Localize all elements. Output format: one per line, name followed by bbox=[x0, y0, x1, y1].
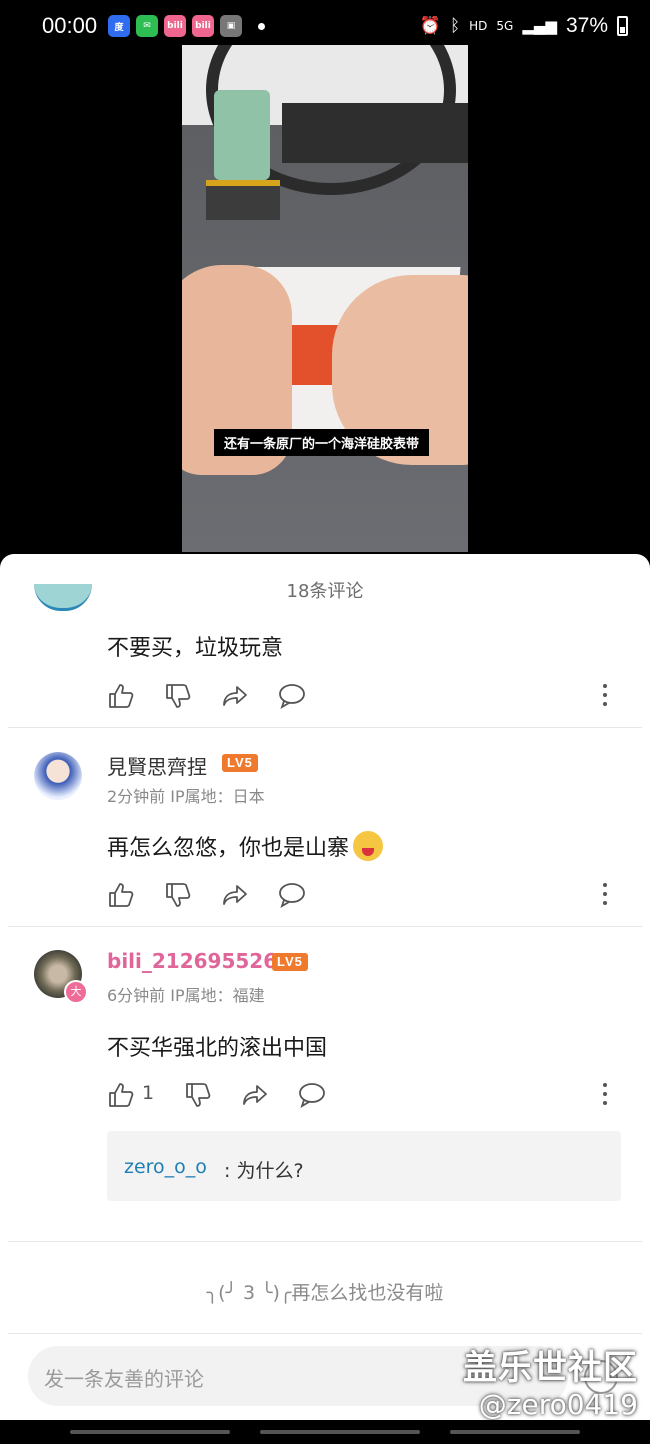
signal-icon: ▂▄▆ bbox=[522, 17, 557, 35]
share-icon[interactable] bbox=[221, 682, 249, 710]
reply-icon[interactable] bbox=[278, 682, 306, 710]
avatar[interactable] bbox=[34, 752, 82, 800]
alarm-icon: ⏰ bbox=[419, 16, 441, 36]
like-icon[interactable] bbox=[107, 881, 135, 909]
dislike-icon[interactable] bbox=[164, 682, 192, 710]
nav-pill[interactable] bbox=[260, 1430, 420, 1434]
share-icon[interactable] bbox=[221, 881, 249, 909]
video-frame-toy bbox=[206, 90, 280, 220]
reply-icon[interactable] bbox=[298, 1081, 326, 1109]
bluetooth-icon: ᛒ bbox=[449, 16, 461, 36]
emoji-icon bbox=[353, 831, 384, 861]
comments-sheet: 18条评论 不要买，垃圾玩意 見賢思齊捏 LV5 2分钟前 IP属地：日本 再怎… bbox=[0, 554, 650, 1420]
more-options-icon[interactable] bbox=[602, 883, 608, 909]
status-indicators: ⏰ ᛒ HD 5G ▂▄▆ 37% bbox=[420, 14, 628, 38]
watermark-title: 盖乐世社区 bbox=[463, 1348, 638, 1388]
comment-text: 不买华强北的滚出中国 bbox=[107, 1036, 328, 1061]
reply-username[interactable]: zero_o_o bbox=[124, 1156, 207, 1178]
gallery-icon: ▣ bbox=[220, 15, 242, 37]
dislike-icon[interactable] bbox=[164, 881, 192, 909]
reply-preview[interactable]: zero_o_o : 为什么? bbox=[107, 1131, 621, 1201]
comment-input-placeholder: 发一条友善的评论 bbox=[44, 1367, 204, 1391]
like-icon[interactable] bbox=[107, 1081, 135, 1109]
nav-pill[interactable] bbox=[450, 1430, 580, 1434]
dislike-icon[interactable] bbox=[184, 1081, 212, 1109]
level-badge: LV5 bbox=[222, 754, 258, 772]
battery-percent: 37% bbox=[565, 14, 608, 37]
more-options-icon[interactable] bbox=[602, 684, 608, 710]
comment-actions bbox=[107, 881, 627, 911]
notification-icons: 度 ✉ bili bili ▣ bbox=[108, 15, 265, 37]
wechat-icon: ✉ bbox=[136, 15, 158, 37]
watermark-handle: @zero0419 bbox=[478, 1388, 638, 1421]
baidu-icon: 度 bbox=[108, 15, 130, 37]
comment-actions: 1 bbox=[107, 1081, 627, 1111]
vip-badge: 大 bbox=[64, 980, 88, 1004]
status-time: 00:00 bbox=[42, 13, 98, 38]
comment-text: 再怎么忽悠，你也是山寨 bbox=[107, 830, 384, 862]
avatar[interactable] bbox=[34, 584, 92, 611]
comment-meta: 2分钟前 IP属地：日本 bbox=[107, 787, 265, 806]
more-options-icon[interactable] bbox=[602, 1083, 608, 1109]
comment-actions bbox=[107, 682, 627, 712]
more-notifications-dot bbox=[258, 23, 265, 30]
end-of-list-text: ╮(╯ 3 ╰)╭再怎么找也没有啦 bbox=[206, 1282, 444, 1304]
video-player[interactable]: 还有一条原厂的一个海洋硅胶表带 bbox=[182, 45, 468, 552]
like-icon[interactable] bbox=[107, 682, 135, 710]
comment-text: 不要买，垃圾玩意 bbox=[107, 636, 284, 661]
comments-count-title: 18条评论 bbox=[286, 581, 364, 602]
reply-text: : 为什么? bbox=[224, 1160, 304, 1182]
like-count: 1 bbox=[142, 1082, 155, 1104]
video-subtitle: 还有一条原厂的一个海洋硅胶表带 bbox=[214, 429, 430, 456]
comment-username[interactable]: bili_212695526 bbox=[107, 949, 277, 973]
bilibili-icon: bili bbox=[192, 15, 214, 37]
level-badge: LV5 bbox=[272, 953, 308, 971]
gesture-nav-bar bbox=[0, 1420, 650, 1444]
share-icon[interactable] bbox=[241, 1081, 269, 1109]
battery-icon bbox=[617, 16, 628, 36]
bilibili-icon: bili bbox=[164, 15, 186, 37]
hd-label: HD bbox=[469, 19, 488, 33]
comment-meta: 6分钟前 IP属地：福建 bbox=[107, 986, 265, 1005]
nav-pill[interactable] bbox=[70, 1430, 230, 1434]
reply-icon[interactable] bbox=[278, 881, 306, 909]
comment-username[interactable]: 見賢思齊捏 bbox=[107, 751, 207, 780]
network-label: 5G bbox=[496, 19, 514, 33]
